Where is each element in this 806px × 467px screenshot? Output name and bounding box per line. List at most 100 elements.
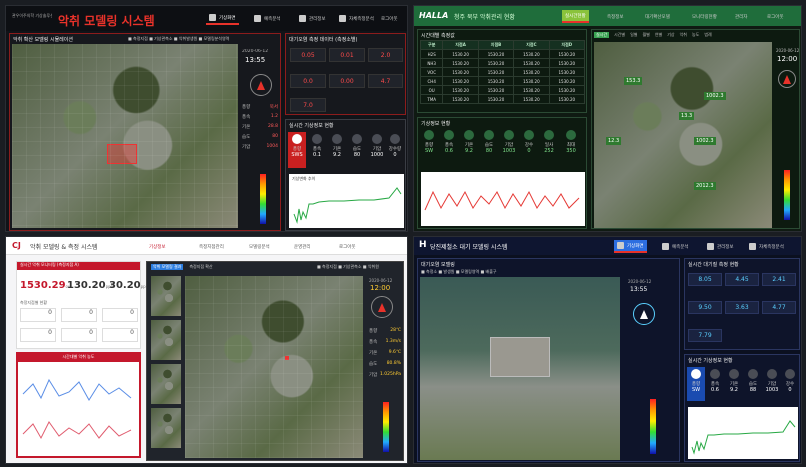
map-tabs[interactable]: 악취 모델링 결과 측정지점 확산 [151,264,213,270]
date-label: 2020-06-12 [242,49,269,54]
humidity-icon [748,369,758,379]
h-logo: H [419,240,427,250]
small-value-box: 0 [61,328,97,342]
weather-title: 기상정보 현황 [421,121,451,127]
nav-weather[interactable]: 기상화면 [614,240,647,253]
table-row: CH4 1530.20 1530.20 1530.20 1530.20 [419,76,586,86]
small-value-box: 0 [102,308,138,322]
thumb-map [151,364,181,404]
nav-weather[interactable]: 기상정보 [146,240,169,253]
map-value-label: 1002.3 [704,92,726,100]
weather-item: 풍향 SW [420,130,438,154]
nav-weather[interactable]: 기상화면 [206,12,239,25]
air-quality-box: 대기오염 측정 데이터 (측정소별) 0.05 0.01 2.0 0.0 0.0… [285,33,406,115]
weather-item: 기압 1003 [763,369,781,393]
small-value-box: 0 [102,328,138,342]
nav-admin[interactable]: 관리자 [732,10,750,23]
small-value-box: 0 [20,328,56,342]
nav-logout[interactable]: 로그아웃 [336,240,359,253]
map-legend: ■ 측정지점 ■ 기상관측소 ■ 악취원 [317,264,379,269]
mountain-icon [254,15,261,22]
stats-box: 실시간 악취 모니터링 (측정지점 A) 1530.29ou 130.20ppm… [16,261,148,349]
header: H 당진제철소 대기 모델링 시스템 기상화면 예측분석 관리정보 자체측정분석 [414,237,801,255]
kv-row: 풍향 북서 [242,105,278,110]
nav-self-measure[interactable]: 자체측정분석 [336,12,377,25]
nav-self-measure[interactable]: 자체측정분석 [746,240,787,253]
measure-table-box: 시간대별 측정값 구분 지점A 지점B 지점C 지점D H2S 1530.20 1530.2… [417,29,587,113]
satellite-map[interactable] [420,277,620,460]
cj-logo: CJ [12,241,21,250]
color-scale [650,399,656,454]
pressure-icon [372,134,382,144]
rain-icon [390,134,400,144]
nav-dispersion[interactable]: 대기확산모델 [642,10,673,23]
value-cell: 7.79 [688,329,722,342]
kv-row: 기온 28.8 [242,124,278,130]
monitor-icon [209,14,216,21]
air-quality-title: 대기오염 측정 데이터 (측정소별) [289,37,358,43]
weather-item: 기압 1003 [500,130,518,154]
table-row: TMA 1530.20 1530.20 1530.20 1530.20 [419,94,586,104]
panel-air-modeling-4: H 당진제철소 대기 모델링 시스템 기상화면 예측분석 관리정보 자체측정분석… [413,236,802,464]
weather-item: 강수량 0 [386,134,404,158]
compass-icon [778,70,796,88]
value-cell: 4.77 [762,301,796,314]
map-value-label: 13.3 [679,112,695,120]
truck-icon [339,15,346,22]
chart-title: 시간대별 악취 농도 [18,354,139,362]
table-row: OU 1530.20 1530.20 1530.20 1530.20 [419,85,586,95]
weather-title: 실시간 기상정보 현황 [688,358,733,364]
satellite-map[interactable] [12,44,238,228]
small-value-box: 0 [20,308,56,322]
map-title: 악취 확산 모델링 시뮬레이션 [13,37,73,43]
thermometer-icon [464,130,474,140]
value-cell: 2.41 [762,273,796,286]
weather-box: 실시간 기상정보 현황 풍향 SWS 풍속 0.1 기온 9.2 습도 80 기압 100… [285,119,406,231]
header: CJ 악취 모델링 & 측정 시스템 기상정보 측정지점관리 모델링분석 운영관… [6,237,407,255]
nav-forecast[interactable]: 예측분석 [659,240,692,253]
weather-item: 습도 80 [480,130,498,154]
windspeed-icon [710,369,720,379]
kv-row: 습도 80 [242,134,278,140]
nav-logout[interactable]: 로그아웃 [764,10,787,23]
map-tabs[interactable]: 실시간 시간별 일별 월별 연별 기상 악취 농도 범례 [594,32,712,38]
table-row: H2S 1530.20 1530.20 1530.20 1530.20 [419,49,586,59]
nav-logout[interactable]: 로그아웃 [378,12,401,25]
pressure-icon [504,130,514,140]
value-cell: 0.01 [329,48,365,62]
nav-forecast[interactable]: 예측분석 [251,12,284,25]
nav-points[interactable]: 측정지점관리 [196,240,227,253]
thermometer-icon [729,369,739,379]
map-title: 대기오염 모델링 [421,262,455,268]
app-title: 당진제철소 대기 모델링 시스템 [430,244,508,251]
kv-row: 기압 1.025hPa [369,372,401,378]
terrain-map[interactable]: 153.3 1002.3 12.3 1002.3 2012.3 13.3 [594,42,772,228]
nav-measure[interactable]: 측정정보 [604,10,627,23]
monitor-icon [617,242,624,249]
app-title: 악취 모델링 시스템 [58,14,155,28]
nav-monitoring[interactable]: 모니터링현황 [689,10,720,23]
wind-icon [691,369,701,379]
nav-management[interactable]: 관리정보 [296,12,329,25]
humidity-icon [484,130,494,140]
satellite-map[interactable] [185,276,363,458]
panel-odor-status-2: HALLA 청주 북부 악취관리 현황 실시간현황 측정정보 대기확산모델 모니… [413,5,802,232]
odor-plume [107,144,137,164]
nav-management[interactable]: 관리정보 [704,240,737,253]
weather-item: 기온 9.2 [328,134,346,158]
weather-item: 풍속 0.6 [706,369,724,393]
nav-operation[interactable]: 운영관리 [291,240,314,253]
weather-item: 기온 9.2 [725,369,743,393]
weather-wind-dir: 풍향 SW [687,367,705,401]
map-frame: 대기오염 모델링 ■ 측정소 ■ 발생원 ■ 모델링영역 ■ 배출구 2020-… [417,258,680,462]
map-frame: 실시간 시간별 일별 월별 연별 기상 악취 농도 범례 153.3 1002.3 12.3 1… [591,29,800,229]
plant-area [490,337,550,377]
kv-row: 풍속 1.3m/s [369,339,401,345]
weather-trend-chart: 기상변화 추이 [289,174,404,228]
app-title: 악취 모델링 & 측정 시스템 [30,244,98,251]
value-cell: 7.0 [290,98,326,112]
nav-modeling[interactable]: 모델링분석 [246,240,273,253]
nav-realtime[interactable]: 실시간현황 [562,10,589,23]
weather-item: 풍속 0.6 [440,130,458,154]
thumb-map [151,408,181,448]
